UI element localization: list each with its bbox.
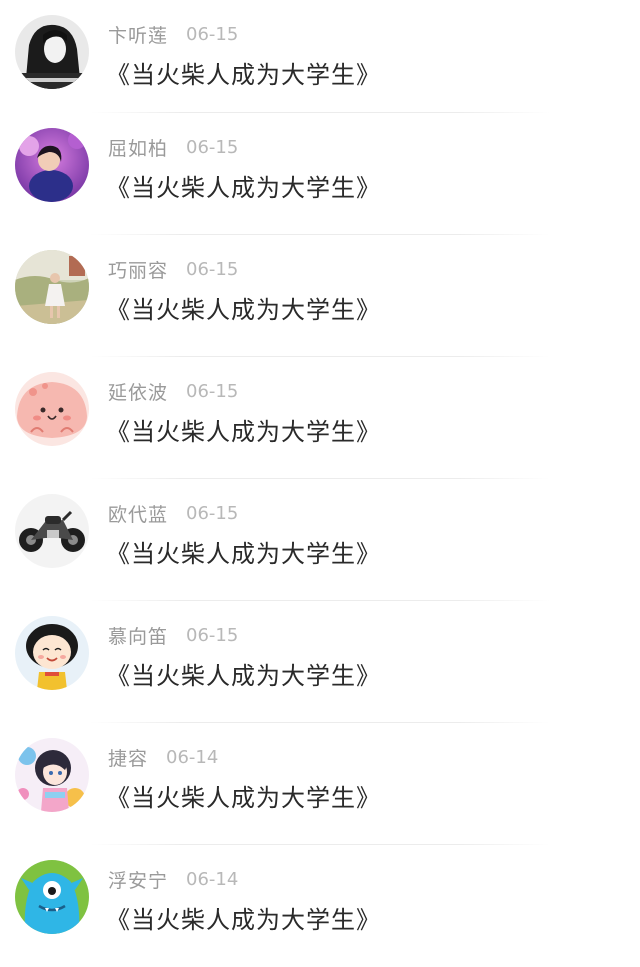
avatar[interactable]: [15, 128, 89, 202]
username[interactable]: 慕向笛: [108, 622, 168, 649]
comment-date: 06-15: [186, 624, 239, 646]
comment-meta: 巧丽容 06-15: [108, 256, 238, 282]
username[interactable]: 屈如柏: [108, 134, 168, 161]
anime-girl-avatar-icon: [15, 738, 89, 812]
blue-monster-avatar-icon: [15, 860, 89, 934]
comment-item[interactable]: 欧代蓝 06-15 《当火柴人成为大学生》: [0, 479, 640, 601]
comment-meta: 屈如柏 06-15: [108, 134, 238, 160]
comment-item[interactable]: 延依波 06-15 《当火柴人成为大学生》: [0, 357, 640, 479]
comment-meta: 卞听莲 06-15: [108, 21, 238, 47]
comment-date: 06-15: [186, 136, 239, 158]
comment-text: 《当火柴人成为大学生》: [106, 174, 381, 202]
comment-meta: 浮安宁 06-14: [108, 866, 238, 892]
comment-date: 06-14: [166, 746, 219, 768]
comment-item[interactable]: 捷容 06-14 《当火柴人成为大学生》: [0, 723, 640, 845]
comment-text: 《当火柴人成为大学生》: [106, 540, 381, 568]
comment-meta: 延依波 06-15: [108, 378, 238, 404]
comment-text: 《当火柴人成为大学生》: [106, 418, 381, 446]
username[interactable]: 卞听莲: [108, 21, 168, 48]
username[interactable]: 延依波: [108, 378, 168, 405]
comment-meta: 慕向笛 06-15: [108, 622, 238, 648]
comment-text: 《当火柴人成为大学生》: [106, 906, 381, 934]
comment-text: 《当火柴人成为大学生》: [106, 662, 381, 690]
comment-list: 卞听莲 06-15 《当火柴人成为大学生》 屈如柏 06-15 《当火柴人成为大…: [0, 0, 640, 958]
comment-date: 06-15: [186, 258, 239, 280]
pink-cartoon-avatar-icon: [15, 372, 89, 446]
comment-text: 《当火柴人成为大学生》: [106, 61, 381, 89]
username[interactable]: 捷容: [108, 744, 148, 771]
comment-meta: 捷容 06-14: [108, 744, 218, 770]
cartoon-girl-avatar-icon: [15, 616, 89, 690]
comment-date: 06-15: [186, 502, 239, 524]
comment-date: 06-15: [186, 380, 239, 402]
username[interactable]: 巧丽容: [108, 256, 168, 283]
avatar[interactable]: [15, 372, 89, 446]
comment-item[interactable]: 浮安宁 06-14 《当火柴人成为大学生》: [0, 845, 640, 967]
comment-text: 《当火柴人成为大学生》: [106, 784, 381, 812]
username[interactable]: 浮安宁: [108, 866, 168, 893]
avatar[interactable]: [15, 15, 89, 89]
comment-date: 06-14: [186, 868, 239, 890]
comment-item[interactable]: 慕向笛 06-15 《当火柴人成为大学生》: [0, 601, 640, 723]
comment-meta: 欧代蓝 06-15: [108, 500, 238, 526]
comment-item[interactable]: 屈如柏 06-15 《当火柴人成为大学生》: [0, 113, 640, 235]
comment-text: 《当火柴人成为大学生》: [106, 296, 381, 324]
avatar[interactable]: [15, 616, 89, 690]
comment-item[interactable]: 巧丽容 06-15 《当火柴人成为大学生》: [0, 235, 640, 357]
comment-date: 06-15: [186, 23, 239, 45]
username[interactable]: 欧代蓝: [108, 500, 168, 527]
avatar[interactable]: [15, 494, 89, 568]
bw-portrait-avatar-icon: [15, 15, 89, 89]
purple-balloons-avatar-icon: [15, 128, 89, 202]
motorcycle-avatar-icon: [15, 494, 89, 568]
outdoor-girl-avatar-icon: [15, 250, 89, 324]
avatar[interactable]: [15, 860, 89, 934]
avatar[interactable]: [15, 250, 89, 324]
comment-item[interactable]: 卞听莲 06-15 《当火柴人成为大学生》: [0, 0, 640, 113]
avatar[interactable]: [15, 738, 89, 812]
